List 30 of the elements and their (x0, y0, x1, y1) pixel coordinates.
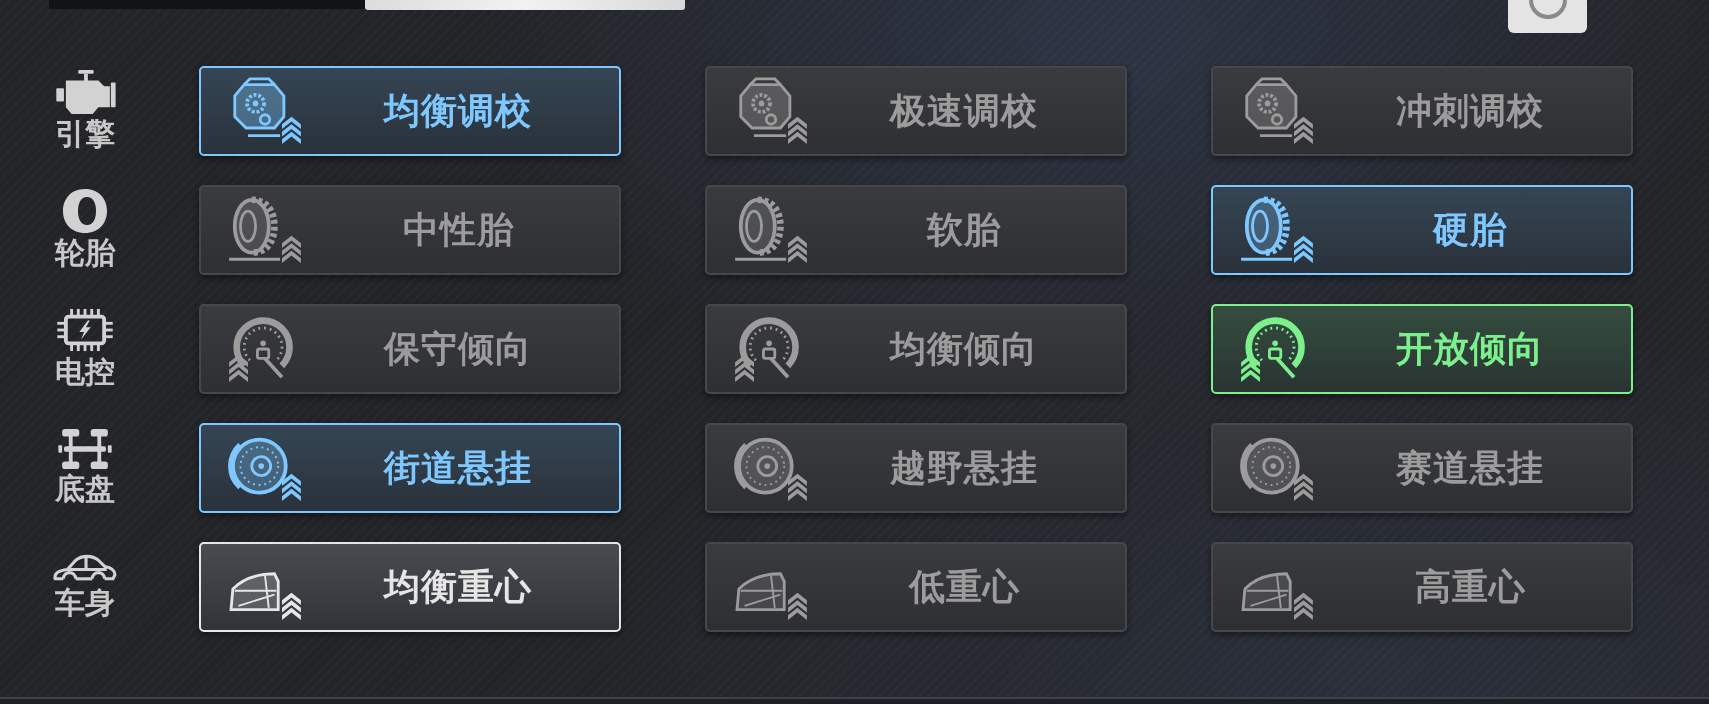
tire-icon (227, 196, 303, 264)
chip-icon (56, 308, 114, 352)
tire-icon (733, 196, 809, 264)
icon-button[interactable] (1508, 0, 1587, 33)
option-button[interactable]: 保守倾向 (199, 304, 621, 394)
option-button[interactable]: 硬胎 (1211, 185, 1633, 275)
chassis-icon (58, 429, 112, 469)
option-button[interactable]: 街道悬挂 (199, 423, 621, 513)
tire-icon (1239, 196, 1315, 264)
option-button[interactable]: 赛道悬挂 (1211, 423, 1633, 513)
option-button[interactable]: 开放倾向 (1211, 304, 1633, 394)
tire-icon (63, 189, 107, 233)
option-button[interactable]: 越野悬挂 (705, 423, 1127, 513)
car-icon (53, 553, 117, 583)
option-button[interactable]: 低重心 (705, 542, 1127, 632)
option-button[interactable]: 极速调校 (705, 66, 1127, 156)
option-button[interactable]: 中性胎 (199, 185, 621, 275)
option-button[interactable]: 均衡调校 (199, 66, 621, 156)
category-label: 电控 (55, 354, 115, 390)
category-label: 底盘 (55, 471, 115, 507)
category-label: 车身 (55, 584, 115, 621)
arc-icon (1527, 0, 1568, 20)
engine-icon (54, 70, 116, 114)
option-button[interactable]: 冲刺调校 (1211, 66, 1633, 156)
category-label: 轮胎 (55, 235, 115, 271)
option-button[interactable]: 均衡重心 (199, 542, 621, 632)
category-label: 引擎 (55, 116, 115, 152)
option-button[interactable]: 均衡倾向 (705, 304, 1127, 394)
option-button[interactable]: 高重心 (1211, 542, 1633, 632)
option-button[interactable]: 软胎 (705, 185, 1127, 275)
